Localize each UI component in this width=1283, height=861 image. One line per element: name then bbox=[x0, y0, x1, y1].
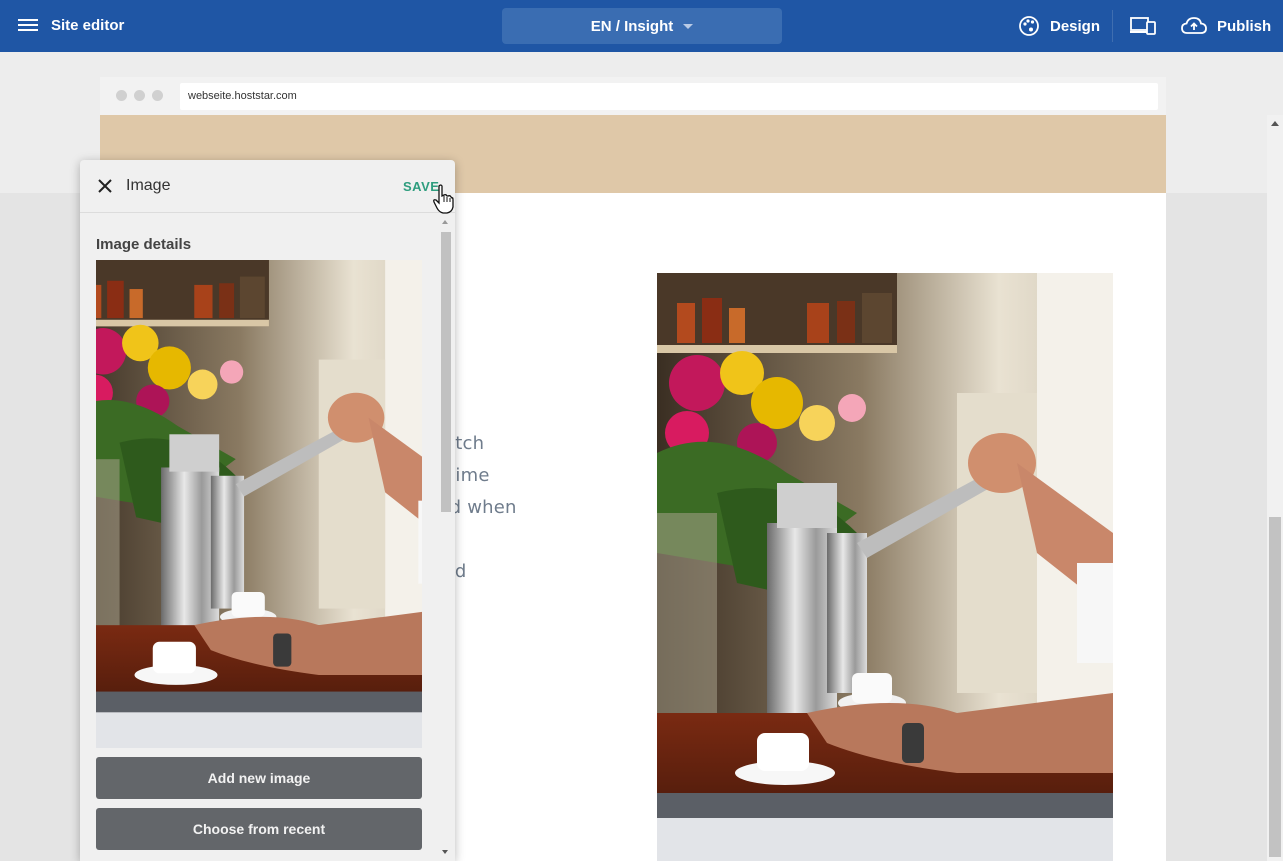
panel-header: Image SAVE bbox=[80, 160, 455, 214]
window-dot-icon bbox=[134, 90, 145, 101]
close-icon[interactable] bbox=[98, 179, 112, 193]
hamburger-menu-icon[interactable] bbox=[18, 16, 38, 36]
add-new-image-button[interactable]: Add new image bbox=[96, 757, 422, 799]
design-label: Design bbox=[1050, 17, 1101, 35]
panel-scrollbar[interactable] bbox=[439, 218, 453, 856]
scroll-up-icon[interactable] bbox=[442, 220, 448, 224]
window-dot-icon bbox=[152, 90, 163, 101]
scrollbar-thumb[interactable] bbox=[1269, 517, 1281, 857]
toolbar-divider bbox=[1112, 10, 1113, 42]
browser-chrome: webseite.hoststar.com bbox=[100, 77, 1166, 115]
hand-cursor-icon bbox=[433, 184, 454, 214]
page-scrollbar[interactable] bbox=[1267, 115, 1283, 861]
design-button[interactable]: Design bbox=[1018, 15, 1100, 37]
device-preview-icon[interactable] bbox=[1130, 16, 1156, 36]
publish-label: Publish bbox=[1217, 17, 1272, 35]
cloud-upload-icon bbox=[1181, 17, 1207, 34]
page-language-selector[interactable]: EN / Insight bbox=[502, 8, 782, 44]
scroll-down-icon[interactable] bbox=[442, 850, 448, 854]
window-dot-icon bbox=[116, 90, 127, 101]
panel-title: Image bbox=[126, 177, 171, 194]
image-preview-thumbnail bbox=[96, 260, 422, 748]
page-selector-label: EN / Insight bbox=[590, 17, 674, 35]
scrollbar-thumb[interactable] bbox=[441, 232, 451, 512]
image-details-heading: Image details bbox=[96, 236, 192, 253]
chevron-down-icon bbox=[683, 23, 694, 29]
choose-from-recent-button[interactable]: Choose from recent bbox=[96, 808, 422, 850]
browser-url-bar: webseite.hoststar.com bbox=[180, 83, 1158, 110]
publish-button[interactable]: Publish bbox=[1181, 15, 1271, 37]
site-image-barista[interactable] bbox=[657, 273, 1113, 861]
top-toolbar: Site editor EN / Insight Design Publish bbox=[0, 0, 1283, 52]
palette-icon bbox=[1019, 16, 1039, 36]
scroll-up-icon[interactable] bbox=[1271, 121, 1279, 126]
app-title: Site editor bbox=[51, 17, 125, 34]
